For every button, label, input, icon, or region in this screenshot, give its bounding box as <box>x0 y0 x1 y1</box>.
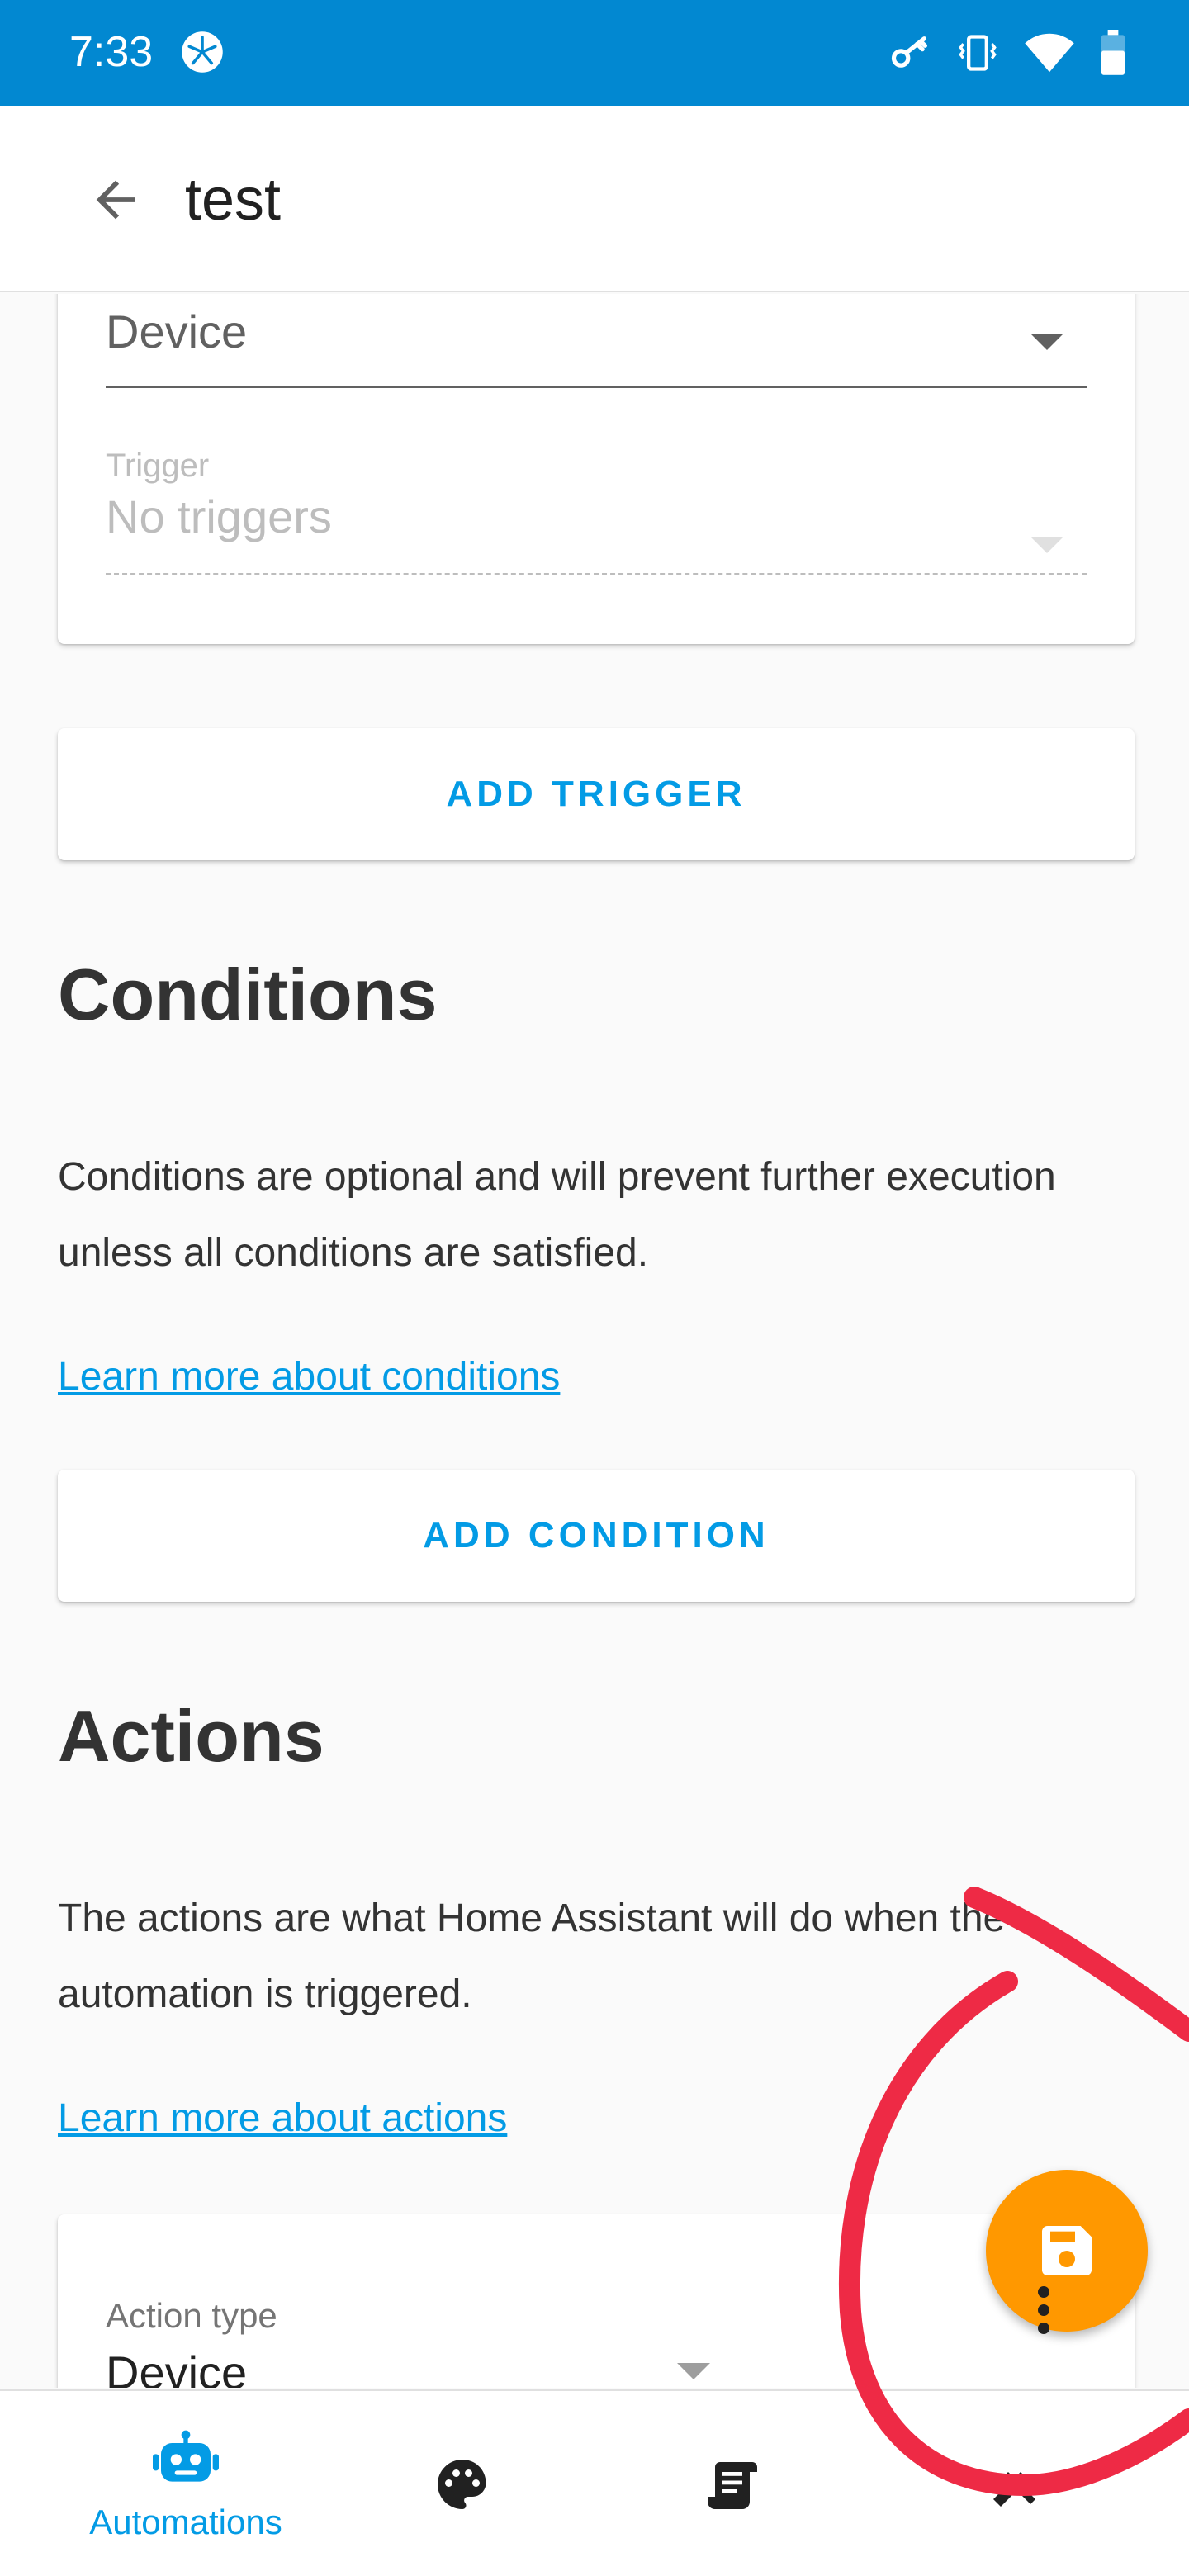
trigger-select-label: Trigger <box>106 447 210 484</box>
battery-icon <box>1101 30 1125 75</box>
add-condition-button[interactable]: ADD CONDITION <box>58 1470 1135 1602</box>
robot-icon <box>153 2430 219 2482</box>
status-time: 7:33 <box>69 28 154 76</box>
add-trigger-button[interactable]: ADD TRIGGER <box>58 728 1135 860</box>
action-type-select[interactable]: Device <box>106 2343 247 2388</box>
home-assistant-logo-icon <box>182 31 223 73</box>
add-trigger-label: ADD TRIGGER <box>446 774 746 814</box>
nav-item-scripts[interactable] <box>652 2391 817 2576</box>
arrow-left-icon <box>96 180 135 220</box>
action-type-label: Action type <box>106 2296 277 2335</box>
nav-item-automations[interactable]: Automations <box>50 2391 322 2576</box>
palette-icon <box>438 2460 486 2509</box>
page-title: test <box>185 167 282 233</box>
save-fab-button[interactable] <box>986 2170 1148 2332</box>
learn-more-actions-link[interactable]: Learn more about actions <box>58 2092 507 2145</box>
trigger-select-value: No triggers <box>106 490 332 542</box>
action-card: Action type Device <box>58 2214 1135 2388</box>
bottom-navigation: Automations <box>0 2389 1189 2576</box>
vibrate-icon <box>959 35 997 71</box>
trigger-platform-value: Device <box>106 305 248 358</box>
app-header: test <box>0 106 1189 292</box>
floppy-disk-icon <box>1042 2226 1092 2275</box>
nav-label-automations: Automations <box>89 2503 282 2541</box>
script-icon <box>708 2462 757 2509</box>
conditions-heading: Conditions <box>58 954 438 1035</box>
vpn-key-icon <box>891 36 928 68</box>
dropdown-arrow-icon <box>677 2363 710 2379</box>
nav-item-lovelace[interactable] <box>380 2391 545 2576</box>
back-button[interactable] <box>76 160 155 239</box>
actions-description: The actions are what Home Assistant will… <box>58 1896 1006 2016</box>
trigger-card: Device Trigger No triggers <box>58 294 1135 644</box>
add-condition-label: ADD CONDITION <box>423 1515 770 1556</box>
learn-more-conditions-link[interactable]: Learn more about conditions <box>58 1351 560 1404</box>
trigger-platform-select[interactable]: Device <box>106 302 1087 388</box>
status-icons <box>888 28 1126 78</box>
wifi-icon <box>1025 33 1074 73</box>
dropdown-arrow-icon <box>1030 334 1063 350</box>
status-bar: 7:33 <box>0 0 1189 106</box>
conditions-description: Conditions are optional and will prevent… <box>58 1155 1056 1275</box>
tools-icon <box>993 2472 1035 2507</box>
dropdown-arrow-icon <box>1030 537 1063 553</box>
automation-editor-content[interactable]: Device Trigger No triggers ADD TRIGGER C… <box>0 294 1189 2388</box>
nav-item-developer-tools[interactable] <box>933 2391 1098 2576</box>
actions-heading: Actions <box>58 1695 324 1777</box>
trigger-select[interactable]: Trigger No triggers <box>106 444 1087 575</box>
